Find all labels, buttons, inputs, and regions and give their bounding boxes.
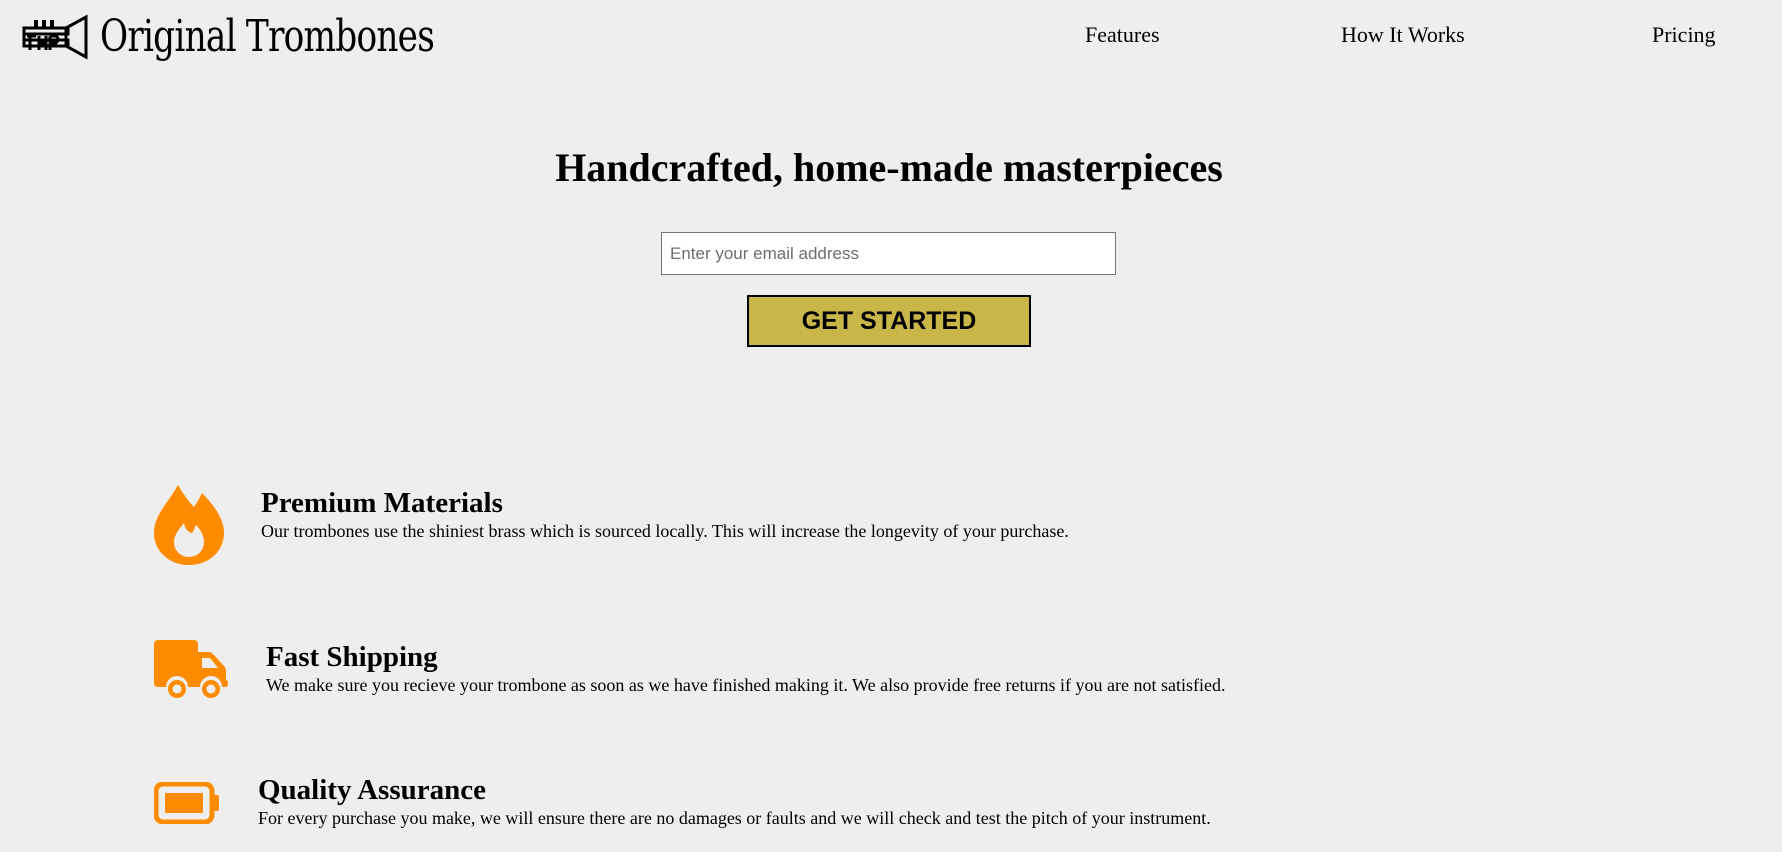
brand-logo[interactable]: Original Trombones bbox=[22, 12, 528, 62]
fire-icon bbox=[154, 485, 224, 565]
feature-title: Premium Materials bbox=[261, 487, 503, 519]
nav-link-how-it-works[interactable]: How It Works bbox=[1341, 22, 1465, 48]
feature-title: Quality Assurance bbox=[258, 774, 486, 806]
get-started-button[interactable]: GET STARTED bbox=[747, 295, 1031, 347]
feature-title: Fast Shipping bbox=[266, 641, 438, 673]
feature-description: Our trombones use the shiniest brass whi… bbox=[261, 521, 1069, 541]
brand-name: Original Trombones bbox=[100, 11, 435, 62]
nav-link-features[interactable]: Features bbox=[1085, 22, 1160, 48]
feature-description: For every purchase you make, we will ens… bbox=[258, 808, 1211, 828]
email-input[interactable] bbox=[661, 232, 1116, 275]
trombone-logo-icon bbox=[22, 14, 88, 60]
nav-link-pricing[interactable]: Pricing bbox=[1652, 22, 1716, 48]
site-header: Original Trombones Features How It Works… bbox=[0, 0, 1782, 70]
battery-icon bbox=[154, 782, 219, 824]
hero-title: Handcrafted, home-made masterpieces bbox=[555, 145, 1223, 190]
feature-description: We make sure you recieve your trombone a… bbox=[266, 675, 1226, 695]
truck-icon bbox=[154, 640, 228, 698]
